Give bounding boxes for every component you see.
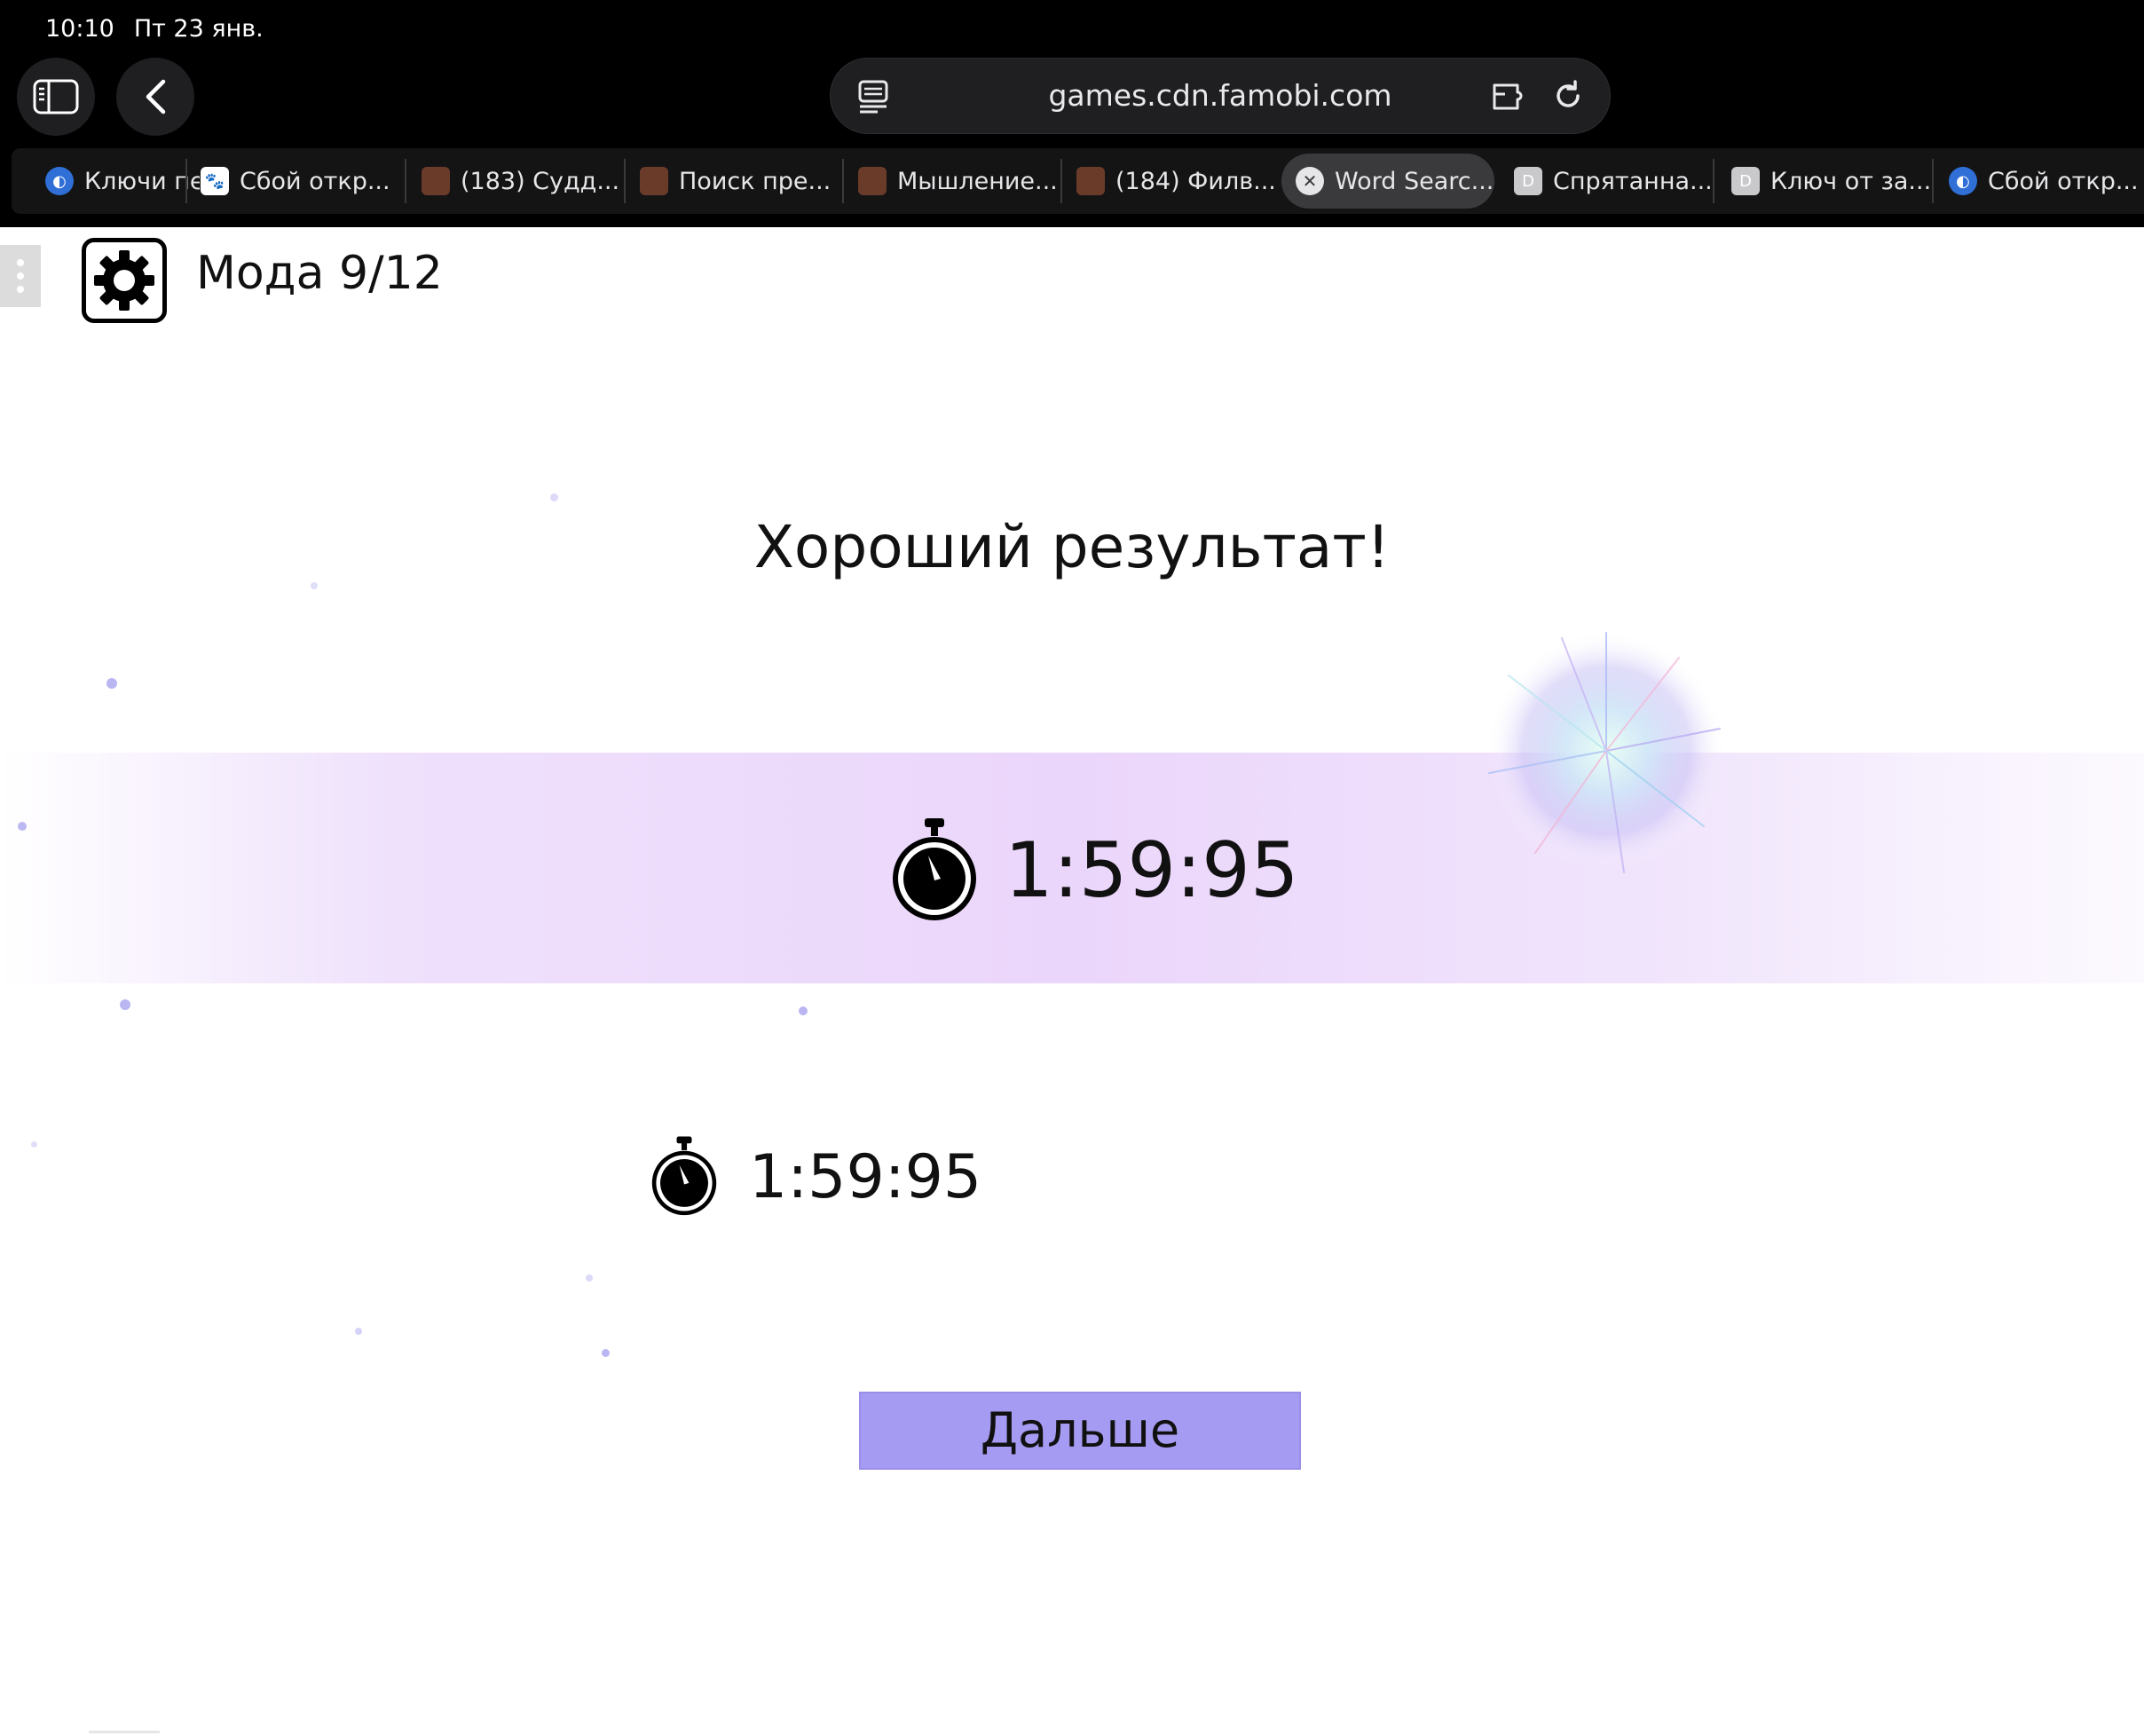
- tab-label: Сбой откр...: [240, 167, 390, 195]
- close-icon[interactable]: ✕: [1296, 167, 1324, 195]
- image-thumbnail-icon: [422, 167, 450, 195]
- tab-1[interactable]: ◐ Ключи пе: [45, 148, 200, 214]
- tab-label: (183) Судд...: [461, 167, 620, 195]
- tab-2[interactable]: 🐾 Сбой откр...: [201, 148, 405, 214]
- edge-globe-icon: ◐: [45, 167, 74, 195]
- tab-strip: ◐ Ключи пе 🐾 Сбой откр... (183) Судд... …: [12, 148, 2144, 214]
- tab-4[interactable]: Поиск пре...: [640, 148, 844, 214]
- tab-10[interactable]: ◐ Сбой откр...: [1949, 148, 2144, 214]
- browser-chrome: 10:10 Пт 23 янв. games.cdn.famobi.com ◐ …: [0, 0, 2144, 227]
- tab-label: Сбой откр...: [1988, 167, 2139, 195]
- tab-label: Word Searc...: [1335, 167, 1494, 195]
- result-headline: Хороший результат!: [753, 513, 1391, 581]
- more-options-button[interactable]: [0, 245, 41, 307]
- sidebar-icon: [33, 79, 79, 114]
- best-time-value: 1:59:95: [749, 1141, 982, 1212]
- stopwatch-icon: [893, 818, 976, 920]
- status-bar: 10:10 Пт 23 янв.: [45, 12, 264, 44]
- divider: [89, 1731, 160, 1733]
- stopwatch-icon: [651, 1136, 717, 1216]
- current-time-display: 1:59:95: [887, 813, 1299, 928]
- edge-globe-icon: ◐: [1949, 167, 1977, 195]
- settings-button[interactable]: [82, 238, 167, 323]
- letter-d-icon: D: [1514, 167, 1542, 195]
- firework-burst: [1486, 631, 1726, 873]
- extensions-icon[interactable]: [1490, 76, 1529, 115]
- best-time-display: 1:59:95: [648, 1132, 981, 1221]
- tab-5[interactable]: Мышление...: [858, 148, 1062, 214]
- image-thumbnail-icon: [640, 167, 668, 195]
- image-thumbnail-icon: [1076, 167, 1105, 195]
- tab-3[interactable]: (183) Судд...: [422, 148, 626, 214]
- next-button[interactable]: Дальше: [859, 1392, 1301, 1470]
- tab-label: Мышление...: [897, 167, 1058, 195]
- sidebar-toggle-button[interactable]: [17, 58, 95, 136]
- tab-label: Спрятанна...: [1553, 167, 1713, 195]
- status-time: 10:10: [45, 14, 114, 43]
- chevron-left-icon: [146, 79, 166, 114]
- current-time-value: 1:59:95: [1005, 826, 1299, 915]
- letter-d-icon: D: [1731, 167, 1760, 195]
- tab-9[interactable]: D Ключ от за...: [1731, 148, 1935, 214]
- tab-7-active[interactable]: ✕ Word Searc...: [1281, 154, 1494, 209]
- tab-label: Ключ от за...: [1770, 167, 1932, 195]
- address-bar[interactable]: games.cdn.famobi.com: [830, 58, 1611, 134]
- tab-6[interactable]: (184) Филв...: [1076, 148, 1281, 214]
- gear-icon: [94, 250, 154, 311]
- tab-label: Поиск пре...: [679, 167, 832, 195]
- level-label: Мода 9/12: [196, 247, 443, 300]
- tab-8[interactable]: D Спрятанна...: [1514, 148, 1718, 214]
- game-canvas: Мода 9/12 Хороший результат! 1:59:95 1:5…: [0, 227, 2144, 1736]
- tab-label: Ключи пе: [84, 167, 200, 195]
- paw-icon: 🐾: [201, 167, 229, 195]
- reload-icon[interactable]: [1549, 76, 1588, 115]
- image-thumbnail-icon: [858, 167, 887, 195]
- tab-label: (184) Филв...: [1115, 167, 1276, 195]
- back-button[interactable]: [116, 58, 194, 136]
- status-date: Пт 23 янв.: [133, 14, 264, 43]
